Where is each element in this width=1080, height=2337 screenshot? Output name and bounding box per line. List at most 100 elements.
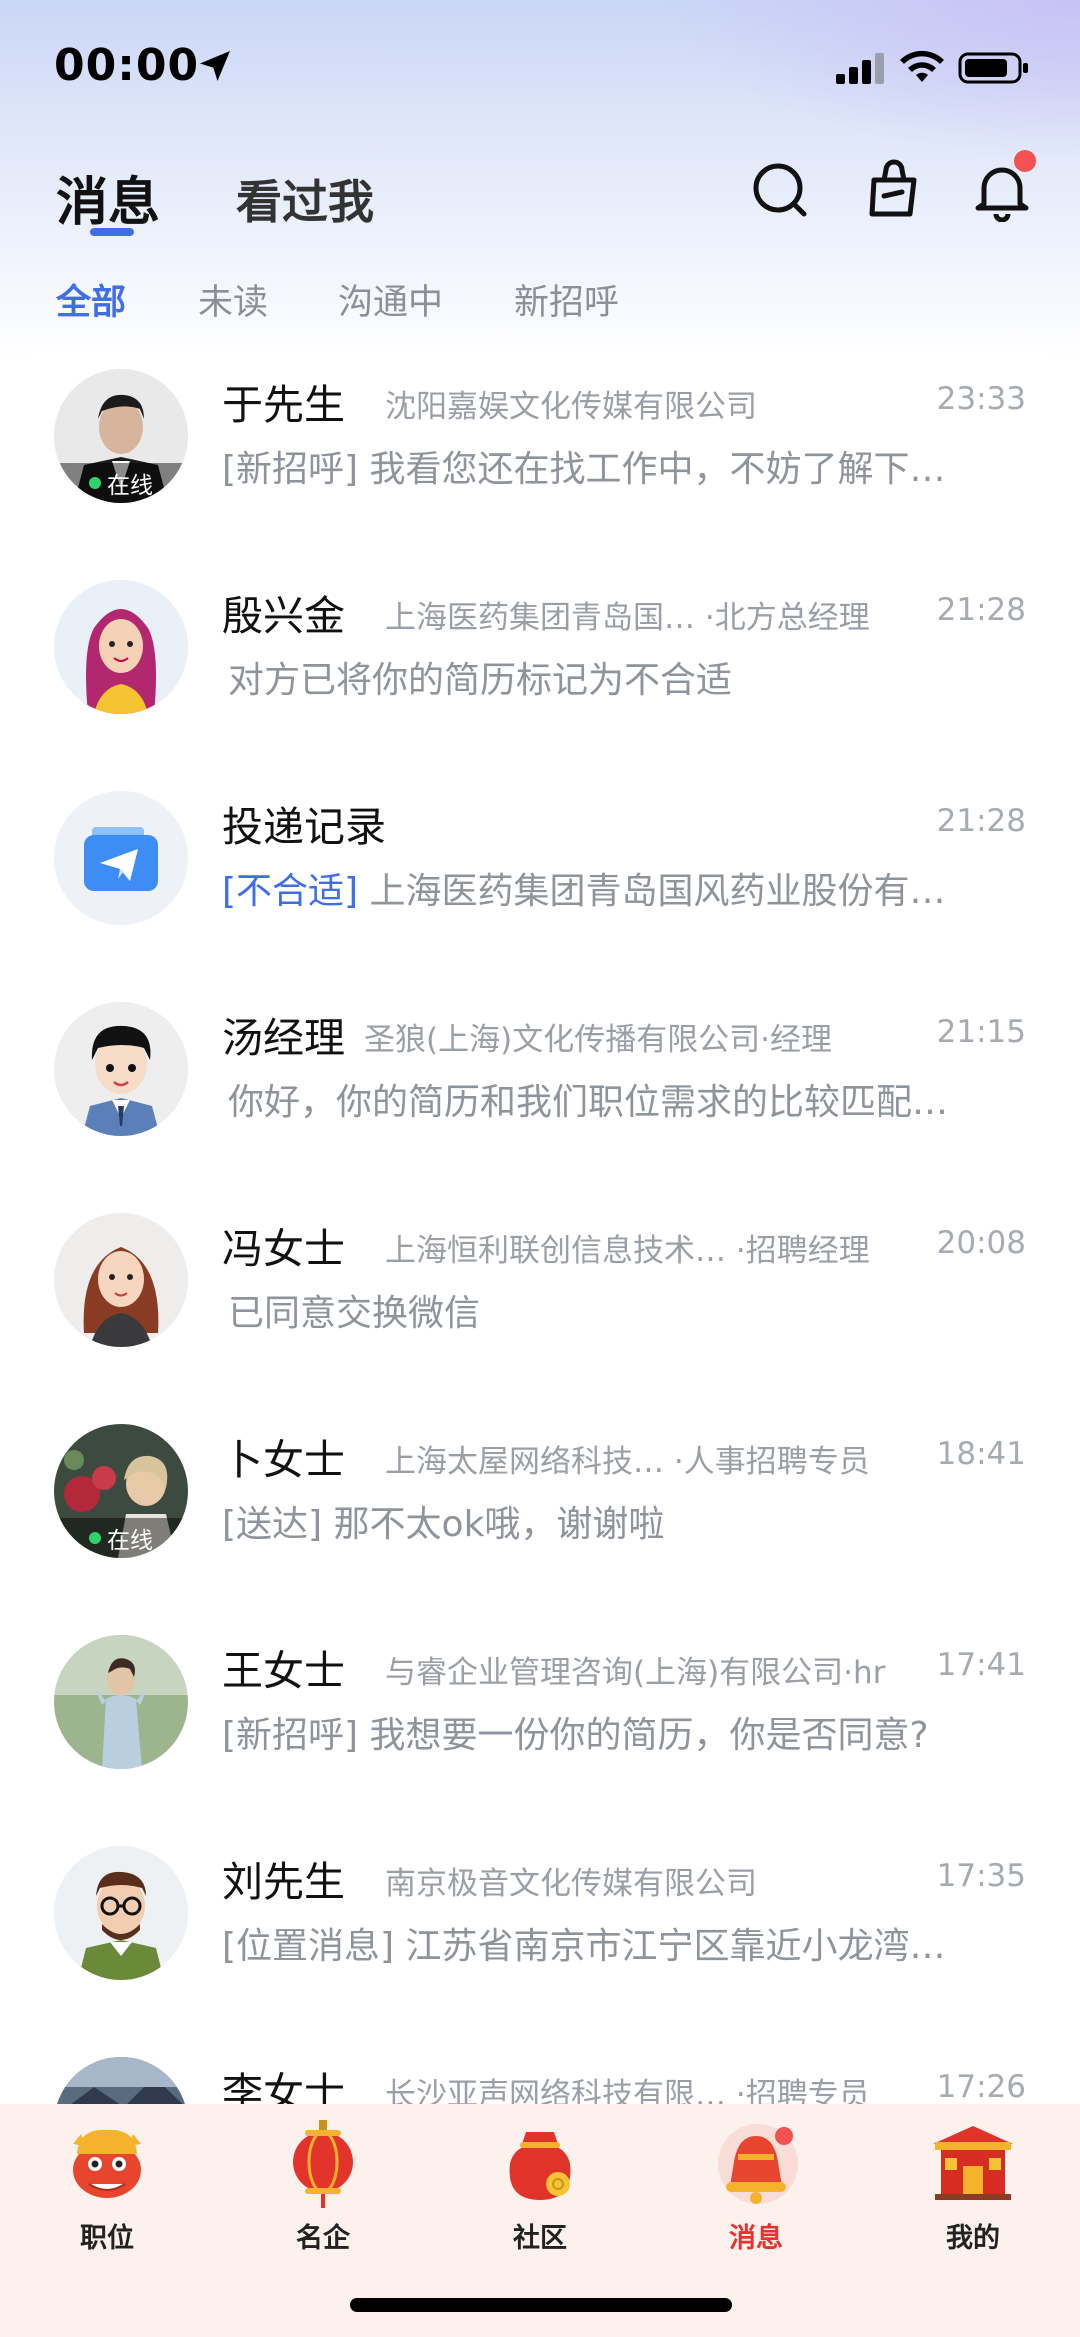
message-tag: [位置消息] (222, 1926, 395, 1967)
battery-icon (958, 52, 1028, 84)
filter-all[interactable]: 全部 (56, 274, 126, 325)
nav-community[interactable]: 社区 (460, 2114, 620, 2264)
message-tag: [不合适] (222, 871, 359, 912)
online-dot (89, 1532, 101, 1544)
list-item[interactable]: 殷兴金 上海医药集团青岛国… ·北方总经理 21:28 对方已将你的简历标记为不… (22, 556, 1058, 767)
search-icon[interactable] (748, 158, 812, 222)
message-time: 23:33 (936, 381, 1026, 417)
contact-company: 上海太屋网络科技… ·人事招聘专员 (385, 1444, 870, 1480)
list-item[interactable]: 汤经理 圣狼(上海)文化传播有限公司·经理 21:15 你好，你的简历和我们职位… (22, 978, 1058, 1189)
top-header: 消息 看过我 (0, 150, 1080, 250)
message-time: 17:35 (936, 1858, 1026, 1894)
message-tag: [新招呼] (222, 449, 359, 490)
message-preview: 已同意交换微信 (228, 1284, 1028, 1336)
contact-name: 殷兴金 (222, 592, 345, 640)
avatar-cartoon-woman-brown-hair (54, 1213, 188, 1347)
list-item[interactable]: 刘先生 南京极音文化传媒有限公司 17:35 [位置消息] 江苏省南京市江宁区靠… (22, 1822, 1058, 2033)
online-dot (89, 477, 101, 489)
avatar (54, 1213, 188, 1347)
temple-icon (933, 2126, 1013, 2200)
message-text: 已同意交换微信 (228, 1293, 481, 1334)
avatar: 在线 (54, 369, 188, 503)
avatar (54, 1002, 188, 1136)
message-preview: [不合适] 上海医药集团青岛国风药业股份有… (222, 862, 1022, 914)
filter-tabs: 全部 未读 沟通中 新招呼 (0, 270, 1080, 330)
filter-in-communication[interactable]: 沟通中 (338, 274, 443, 325)
message-text: 对方已将你的简历标记为不合适 (228, 660, 733, 701)
avatar-photo-landscape (54, 2057, 188, 2105)
message-text: 江苏省南京市江宁区靠近小龙湾… (405, 1926, 946, 1967)
contact-company: 圣狼(上海)文化传播有限公司·经理 (364, 1022, 833, 1058)
message-text: 我想要一份你的简历，你是否同意? (369, 1715, 929, 1756)
filter-new-greetings[interactable]: 新招呼 (514, 274, 619, 325)
message-text: 那不太ok哦，谢谢啦 (333, 1504, 665, 1545)
contact-name: 卜女士 (222, 1436, 345, 1484)
wifi-icon (900, 50, 944, 82)
nav-label: 名企 (296, 2223, 350, 2254)
list-item[interactable]: 在线 卜女士 上海太屋网络科技… ·人事招聘专员 18:41 [送达] 那不太o… (22, 1400, 1058, 1611)
contact-name: 于先生 (222, 381, 345, 429)
active-tab-indicator (90, 228, 134, 236)
nav-label: 我的 (946, 2223, 1000, 2254)
message-time: 21:28 (936, 592, 1026, 628)
dragon-icon (73, 2129, 141, 2198)
message-preview: [新招呼] 我看您还在找工作中，不妨了解下… (222, 440, 1022, 492)
list-item[interactable]: 在线 于先生 沈阳嘉娱文化传媒有限公司 23:33 [新招呼] 我看您还在找工作… (22, 345, 1058, 556)
message-tag: [新招呼] (222, 1715, 359, 1756)
list-item[interactable]: 投递记录 21:28 [不合适] 上海医药集团青岛国风药业股份有… (22, 767, 1058, 978)
contact-name: 李女士 (222, 2069, 345, 2105)
contact-company: 上海医药集团青岛国… ·北方总经理 (385, 600, 870, 636)
message-text: 上海医药集团青岛国风药业股份有… (369, 871, 946, 912)
nav-label: 职位 (80, 2223, 134, 2254)
message-preview: [送达] 那不太ok哦，谢谢啦 (222, 1495, 1022, 1547)
nav-jobs[interactable]: 职位 (27, 2114, 187, 2264)
lucky-bag-icon (509, 2132, 571, 2200)
list-item[interactable]: 李女士 长沙亚声网络科技有限… ·招聘专员 17:26 (22, 2033, 1058, 2105)
avatar (54, 1846, 188, 1980)
contact-name: 冯女士 (222, 1225, 345, 1273)
tab-messages[interactable]: 消息 (56, 160, 160, 235)
home-indicator[interactable] (350, 2298, 732, 2312)
paper-plane-folder-icon (54, 791, 188, 925)
avatar (54, 2057, 188, 2105)
message-time: 17:41 (936, 1647, 1026, 1683)
shopping-bag-icon[interactable] (862, 158, 926, 222)
message-time: 20:08 (936, 1225, 1026, 1261)
notification-badge (1014, 150, 1036, 172)
tab-viewed-me[interactable]: 看过我 (236, 166, 374, 232)
message-tag: [送达] (222, 1504, 323, 1545)
message-preview: 你好，你的简历和我们职位需求的比较匹配… (228, 1073, 1028, 1125)
online-badge: 在线 (54, 463, 188, 503)
nav-companies[interactable]: 名企 (243, 2114, 403, 2264)
message-preview: [位置消息] 江苏省南京市江宁区靠近小龙湾… (222, 1917, 1022, 1969)
list-item[interactable]: 王女士 与睿企业管理咨询(上海)有限公司·hr 17:41 [新招呼] 我想要一… (22, 1611, 1058, 1822)
message-preview: [新招呼] 我想要一份你的简历，你是否同意? (222, 1706, 1022, 1758)
avatar-cartoon-woman (54, 580, 188, 714)
message-time: 18:41 (936, 1436, 1026, 1472)
contact-company: 长沙亚声网络科技有限… ·招聘专员 (385, 2077, 870, 2105)
online-badge: 在线 (54, 1518, 188, 1558)
contact-company: 上海恒利联创信息技术… ·招聘经理 (385, 1233, 870, 1269)
lantern-icon (293, 2120, 353, 2208)
avatar (54, 580, 188, 714)
contact-name: 汤经理 (222, 1014, 345, 1062)
nav-profile[interactable]: 我的 (893, 2114, 1053, 2264)
message-time: 17:26 (936, 2069, 1026, 2105)
avatar (54, 791, 188, 925)
signal-icon (836, 53, 884, 84)
list-item[interactable]: 冯女士 上海恒利联创信息技术… ·招聘经理 20:08 已同意交换微信 (22, 1189, 1058, 1400)
nav-messages[interactable]: 消息 (676, 2114, 836, 2264)
bell-festive-icon (718, 2124, 798, 2204)
contact-company: 南京极音文化传媒有限公司 (385, 1866, 757, 1902)
contact-company: 与睿企业管理咨询(上海)有限公司·hr (385, 1655, 886, 1691)
contact-name: 投递记录 (222, 803, 386, 851)
filter-unread[interactable]: 未读 (198, 274, 268, 325)
message-time: 21:15 (936, 1014, 1026, 1050)
nav-label: 消息 (729, 2223, 783, 2254)
avatar-cartoon-man-glasses (54, 1846, 188, 1980)
avatar-cartoon-man (54, 1002, 188, 1136)
nav-label: 社区 (513, 2223, 567, 2254)
contact-name: 刘先生 (222, 1858, 345, 1906)
message-preview: 对方已将你的简历标记为不合适 (228, 651, 1028, 703)
status-time: 00:00 (54, 40, 200, 91)
